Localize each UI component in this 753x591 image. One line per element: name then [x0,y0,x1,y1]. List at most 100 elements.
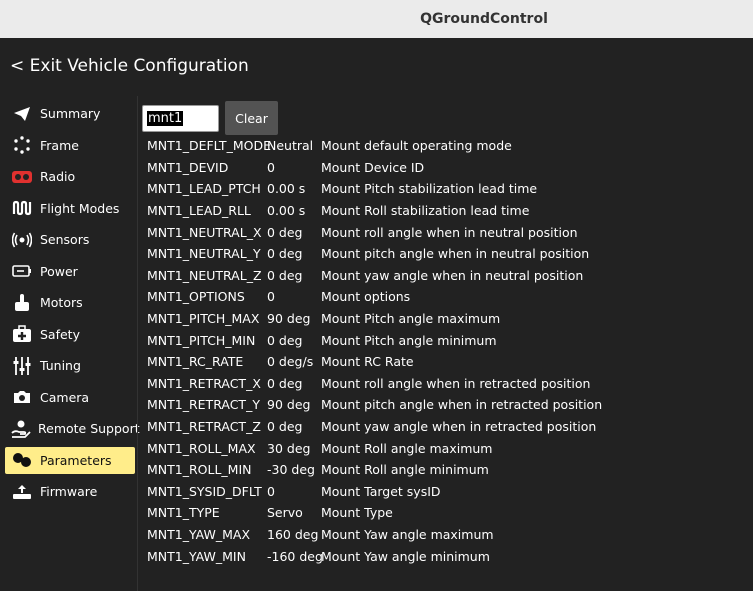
parameter-name: MNT1_SYSID_DFLT [147,483,262,499]
parameter-description: Mount Target sysID [321,483,441,499]
parameter-row[interactable]: MNT1_YAW_MIN -160 deg Mount Yaw angle mini… [147,545,602,567]
parameter-value: 0 deg [267,246,303,262]
parameter-row[interactable]: MNT1_RC_RATE 0 deg/s Mount RC Rate [147,351,602,373]
sidebar-item-radio[interactable]: Radio [5,163,135,190]
sidebar-item-camera[interactable]: Camera [5,384,135,411]
sidebar-item-summary[interactable]: Summary [5,100,135,127]
parameter-description: Mount Pitch stabilization lead time [321,181,538,197]
parameter-row[interactable]: MNT1_RETRACT_X 0 deg Mount roll angle when… [147,373,602,395]
parameter-name: MNT1_RETRACT_Z [147,419,261,435]
parameter-value: Neutral [267,138,314,154]
parameter-value: 0.00 s [267,181,306,197]
sidebar-item-flight-modes[interactable]: Flight Modes [5,195,135,222]
parameter-list: MNT1_DEFLT_MODE Neutral Mount default oper… [147,135,602,567]
parameter-row[interactable]: MNT1_ROLL_MAX 30 deg Mount Roll angle maxi… [147,437,602,459]
radio-icon [11,168,33,186]
parameter-row[interactable]: MNT1_NEUTRAL_X 0 deg Mount roll angle when… [147,221,602,243]
parameter-value: 30 deg [267,440,311,456]
parameter-row[interactable]: MNT1_ROLL_MIN -30 deg Mount Roll angle min… [147,459,602,481]
sidebar-item-label: Frame [40,137,79,153]
clear-button[interactable]: Clear [225,101,278,135]
parameter-description: Mount Pitch angle minimum [321,332,497,348]
sidebar-item-label: Remote Support [38,421,140,436]
parameter-row[interactable]: MNT1_DEVID 0 Mount Device ID [147,157,602,179]
parameter-name: MNT1_DEFLT_MODE [147,138,271,154]
parameter-name: MNT1_PITCH_MAX [147,311,260,327]
window-title: QGroundControl [420,11,548,27]
sidebar-item-remote-support[interactable]: Remote Support [5,415,140,442]
sidebar-item-label: Parameters [40,452,112,468]
parameter-name: MNT1_OPTIONS [147,289,245,305]
parameter-name: MNT1_DEVID [147,159,229,175]
sidebar-item-label: Radio [40,169,76,184]
exit-vehicle-configuration-button[interactable]: < Exit Vehicle Configuration [10,56,249,76]
parameter-row[interactable]: MNT1_NEUTRAL_Z 0 deg Mount yaw angle when … [147,265,602,287]
parameter-description: Mount Roll angle maximum [321,440,493,456]
frame-dots-icon [11,136,33,154]
parameter-row[interactable]: MNT1_SYSID_DFLT 0 Mount Target sysID [147,481,602,503]
parameter-row[interactable]: MNT1_PITCH_MAX 90 deg Mount Pitch angle ma… [147,308,602,330]
motor-icon [11,293,33,312]
parameter-value: -160 deg [267,548,323,564]
parameter-value: 90 deg [267,311,311,327]
sidebar-item-frame[interactable]: Frame [5,132,135,159]
parameter-value: 0 deg [267,267,303,283]
parameter-row[interactable]: MNT1_PITCH_MIN 0 deg Mount Pitch angle min… [147,329,602,351]
parameter-row[interactable]: MNT1_DEFLT_MODE Neutral Mount default oper… [147,135,602,157]
parameter-value: 0 deg [267,332,303,348]
parameters-icon [11,451,33,469]
parameter-row[interactable]: MNT1_LEAD_RLL 0.00 s Mount Roll stabilizat… [147,200,602,222]
parameter-name: MNT1_ROLL_MAX [147,440,256,456]
main-panel: < Exit Vehicle Configuration Summary Fram… [3,38,753,591]
sidebar-item-parameters[interactable]: Parameters [5,446,135,474]
parameter-name: MNT1_NEUTRAL_Y [147,246,261,262]
parameter-value: 0 deg/s [267,354,314,370]
parameter-name: MNT1_RETRACT_X [147,375,261,391]
parameter-description: Mount Yaw angle maximum [321,526,494,542]
sidebar-item-firmware[interactable]: Firmware [5,478,135,505]
parameter-value: 0 [267,483,275,499]
flight-modes-icon [11,199,33,217]
sidebar-item-label: Camera [40,389,90,405]
parameter-description: Mount yaw angle when in retracted positi… [321,419,597,435]
sidebar-item-label: Tuning [40,358,81,373]
parameter-description: Mount pitch angle when in retracted posi… [321,397,603,413]
sidebar-item-label: Flight Modes [40,200,120,216]
parameter-description: Mount Yaw angle minimum [321,548,490,564]
paper-plane-icon [11,105,33,123]
sidebar-item-sensors[interactable]: Sensors [5,226,135,253]
parameter-description: Mount default operating mode [321,138,512,154]
parameter-value: 0 [267,289,275,305]
parameter-description: Mount pitch angle when in neutral positi… [321,246,590,262]
firmware-icon [11,483,33,501]
parameter-row[interactable]: MNT1_LEAD_PTCH 0.00 s Mount Pitch stabiliz… [147,178,602,200]
sidebar-item-safety[interactable]: Safety [5,321,135,348]
sidebar-item-label: Sensors [40,232,90,247]
parameter-description: Mount Pitch angle maximum [321,311,501,327]
parameter-name: MNT1_TYPE [147,505,220,521]
sidebar-item-tuning[interactable]: Tuning [5,352,135,379]
parameter-row[interactable]: MNT1_OPTIONS 0 Mount options [147,286,602,308]
parameter-row[interactable]: MNT1_TYPE Servo Mount Type [147,502,602,524]
parameter-description: Mount yaw angle when in neutral position [321,267,584,283]
parameter-value: 90 deg [267,397,311,413]
parameter-row[interactable]: MNT1_YAW_MAX 160 deg Mount Yaw angle maxim… [147,524,602,546]
sidebar-item-power[interactable]: Power [5,258,135,285]
parameter-name: MNT1_YAW_MAX [147,526,251,542]
sidebar-item-label: Motors [40,295,83,310]
parameter-name: MNT1_LEAD_RLL [147,203,251,219]
parameter-row[interactable]: MNT1_NEUTRAL_Y 0 deg Mount pitch angle whe… [147,243,602,265]
parameter-value: -30 deg [267,462,315,478]
parameter-search-input[interactable]: mnt1 [142,105,219,132]
parameter-row[interactable]: MNT1_RETRACT_Z 0 deg Mount yaw angle when … [147,416,602,438]
parameter-description: Mount Roll angle minimum [321,462,489,478]
parameter-description: Mount Roll stabilization lead time [321,203,530,219]
title-bar: QGroundControl [0,0,753,38]
parameter-row[interactable]: MNT1_RETRACT_Y 90 deg Mount pitch angle wh… [147,394,602,416]
sidebar-item-label: Firmware [40,484,98,499]
sidebar-divider [137,96,138,591]
sidebar-item-label: Safety [40,326,80,342]
sidebar-item-motors[interactable]: Motors [5,289,135,316]
sidebar: Summary Frame Radio Flight Modes Sensors Powe… [5,100,140,510]
parameter-description: Mount Type [321,505,393,521]
